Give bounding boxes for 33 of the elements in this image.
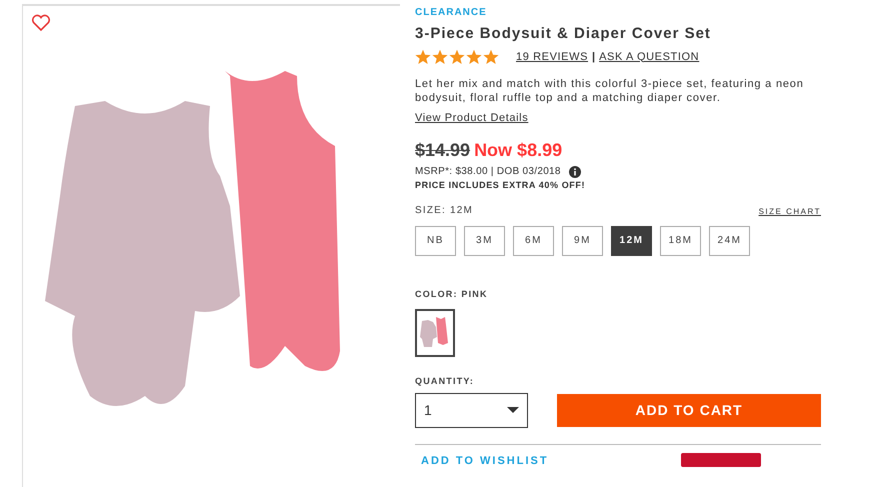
info-icon[interactable] [568,166,581,178]
reviews-link[interactable]: 19 REVIEWS [516,48,588,65]
size-option[interactable]: 3M [464,226,505,256]
size-option[interactable]: 9M [562,226,603,256]
view-details-link[interactable]: View Product Details [415,110,528,126]
star-icon [466,48,482,65]
star-icon [449,48,465,65]
size-option[interactable]: 18M [660,226,701,256]
quantity-select[interactable]: 1 [415,392,528,428]
caret-icon [507,407,519,413]
size-chart-link[interactable]: SIZE CHART [758,206,821,218]
product-title: 3-Piece Bodysuit & Diaper Cover Set [415,24,712,44]
color-label: COLOR: PINK [415,288,489,300]
size-option[interactable]: 6M [513,226,554,256]
size-option[interactable]: 12M [611,226,652,256]
separator: | [592,50,596,64]
size-label: SIZE: 12M [415,204,474,218]
star-icon [483,48,499,65]
ask-question-link[interactable]: ASK A QUESTION [599,48,700,65]
category-label: CLEARANCE [415,6,488,20]
size-option[interactable]: NB [415,226,456,256]
heart-icon[interactable] [31,14,51,32]
original-price: $14.99 [415,139,470,162]
star-icon [415,48,431,65]
discount-note: PRICE INCLUDES EXTRA 40% OFF! [415,179,586,192]
sale-price: Now $8.99 [474,139,562,162]
share-button[interactable] [681,452,761,466]
color-swatch[interactable] [415,309,455,357]
star-icon [432,48,448,65]
msrp-text: MSRP*: $38.00 | DOB 03/2018 [415,165,561,179]
product-description: Let her mix and match with this colorful 3-piece set, featuring a neon bodysuit, floral ruffle top and a matching diaper cover. [415,77,805,105]
quantity-label: QUANTITY: [415,375,476,388]
size-option[interactable]: 24M [709,226,750,256]
